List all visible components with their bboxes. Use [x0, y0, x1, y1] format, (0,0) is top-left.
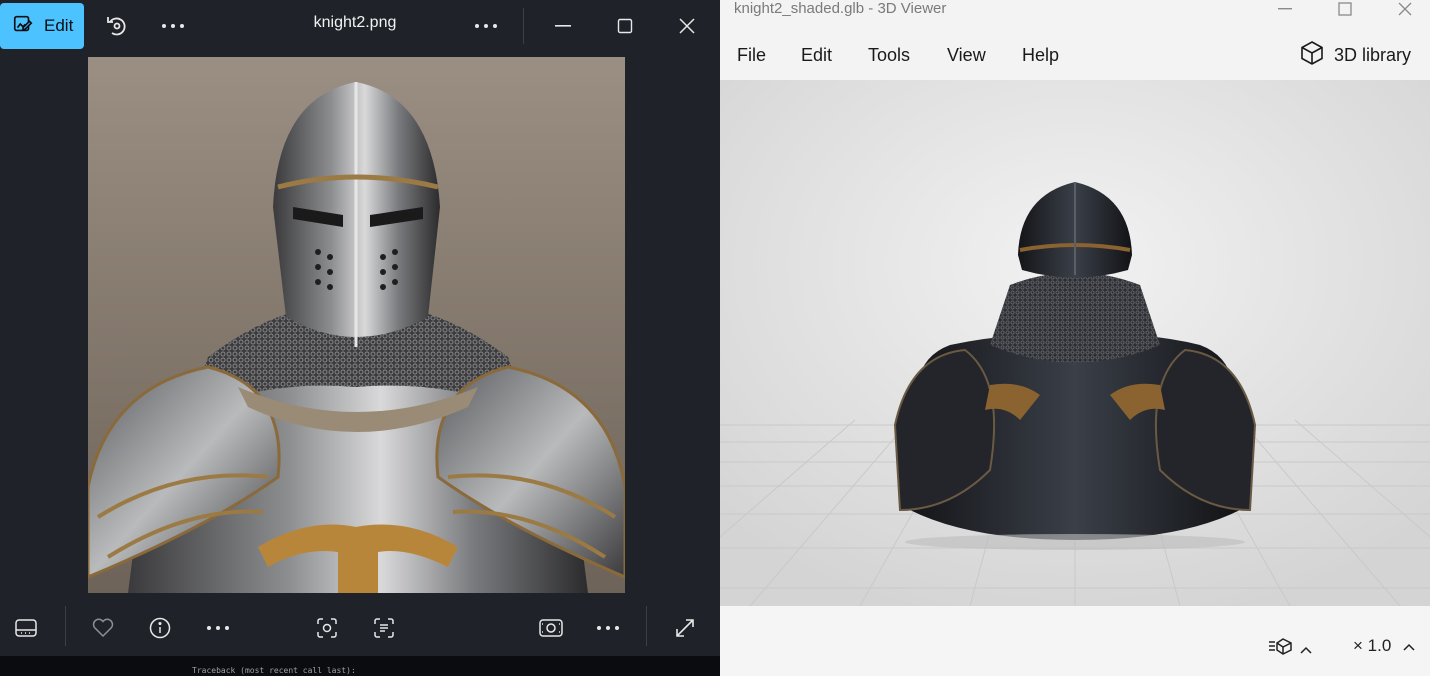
titlebar-divider — [523, 8, 524, 44]
edit-label: Edit — [44, 16, 74, 35]
minimize-icon[interactable] — [1270, 0, 1300, 18]
library-label: 3D library — [1334, 44, 1412, 65]
more-icon[interactable] — [158, 12, 188, 40]
filmstrip-icon[interactable] — [11, 613, 41, 643]
photos-titlebar: Edit knight2.png — [0, 0, 720, 52]
minimize-icon[interactable] — [548, 12, 578, 40]
menu-file[interactable]: File — [737, 45, 766, 66]
rotate-icon[interactable] — [101, 12, 131, 40]
viewer-window: knight2_shaded.glb - 3D Viewer File Edit… — [720, 0, 1430, 676]
knight-photo — [88, 57, 625, 593]
menu-help[interactable]: Help — [1022, 45, 1059, 66]
heart-icon[interactable] — [88, 613, 118, 643]
3d-viewport[interactable] — [720, 80, 1430, 606]
maximize-icon[interactable] — [610, 12, 640, 40]
more-icon[interactable] — [593, 613, 623, 643]
bottombar-divider — [65, 606, 66, 646]
photos-window: Edit knight2.png — [0, 0, 720, 656]
chevron-up-icon — [1300, 639, 1312, 659]
terminal-text: Traceback (most recent call last): — [192, 666, 356, 675]
slideshow-icon[interactable] — [536, 613, 566, 643]
scan-text-icon[interactable] — [369, 613, 399, 643]
maximize-icon[interactable] — [1330, 0, 1360, 18]
more-icon[interactable] — [203, 613, 233, 643]
cube-icon — [1298, 39, 1326, 72]
library-button[interactable]: 3D library — [1298, 40, 1411, 70]
terminal-background: Traceback (most recent call last): — [0, 656, 720, 676]
fullscreen-icon[interactable] — [670, 613, 700, 643]
edit-image-icon — [12, 13, 34, 40]
close-icon[interactable] — [672, 12, 702, 40]
close-icon[interactable] — [1390, 0, 1420, 18]
info-icon[interactable] — [145, 613, 175, 643]
viewer-title: knight2_shaded.glb - 3D Viewer — [734, 0, 947, 17]
environment-lighting-icon — [1268, 636, 1294, 661]
menu-edit[interactable]: Edit — [801, 45, 832, 66]
chevron-up-icon — [1403, 636, 1415, 656]
menu-tools[interactable]: Tools — [868, 45, 910, 66]
more-icon[interactable] — [471, 12, 501, 40]
file-name: knight2.png — [313, 14, 397, 31]
menu-view[interactable]: View — [947, 45, 986, 66]
bottombar-divider — [646, 606, 647, 646]
visual-search-icon[interactable] — [312, 613, 342, 643]
zoom-label: × 1.0 — [1353, 636, 1392, 655]
edit-button[interactable]: Edit — [0, 3, 84, 49]
viewer-statusbar: × 1.0 — [720, 606, 1430, 676]
zoom-control[interactable]: × 1.0 — [1353, 636, 1415, 656]
environment-button[interactable] — [1268, 636, 1312, 661]
photos-bottombar — [0, 600, 720, 656]
